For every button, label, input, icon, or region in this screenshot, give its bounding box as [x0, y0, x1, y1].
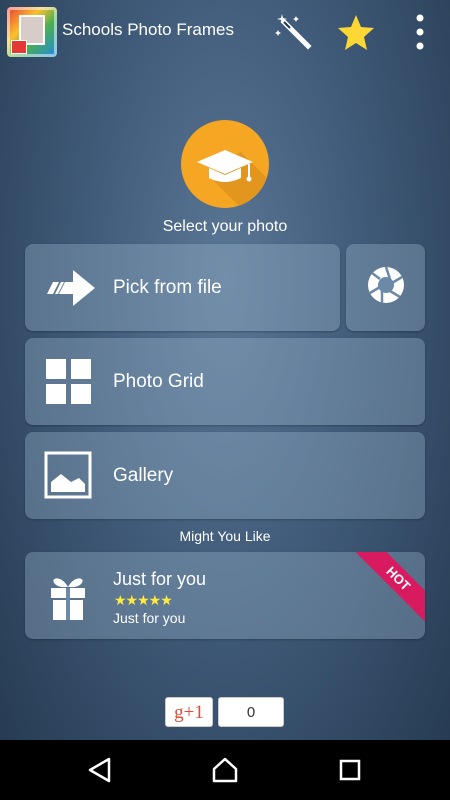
gallery-button[interactable]: Gallery [25, 432, 425, 519]
arrow-right-icon [43, 262, 95, 314]
pick-from-file-button[interactable]: Pick from file [25, 244, 340, 331]
app-bar: Schools Photo Frames [0, 0, 450, 64]
pick-from-file-label: Pick from file [113, 277, 222, 298]
gift-icon [43, 570, 95, 622]
google-plus-one-button[interactable]: g+1 [165, 697, 213, 727]
grid-icon [43, 356, 95, 408]
just-for-you-card[interactable]: Just for you ★★★★★ Just for you HOT [25, 552, 425, 639]
gallery-label: Gallery [113, 465, 174, 486]
home-icon[interactable] [210, 755, 240, 785]
app-title: Schools Photo Frames [62, 20, 234, 39]
promo-subtitle: Just for you [113, 610, 186, 626]
rating-stars: ★★★★★ [114, 592, 173, 608]
photo-grid-button[interactable]: Photo Grid [25, 338, 425, 425]
more-vert-icon[interactable] [400, 12, 440, 52]
graduation-cap-icon [181, 120, 269, 208]
camera-shutter-icon [366, 265, 406, 310]
app-logo-icon [7, 7, 57, 57]
recent-apps-icon[interactable] [335, 755, 365, 785]
navigation-bar [0, 740, 450, 800]
image-icon [43, 450, 95, 502]
hot-badge: HOT [351, 552, 425, 626]
star-icon[interactable] [336, 12, 376, 52]
photo-grid-label: Photo Grid [113, 371, 204, 392]
plus-one-count: 0 [218, 697, 284, 727]
promo-title: Just for you [113, 569, 207, 589]
magic-wand-icon[interactable] [274, 12, 314, 52]
select-photo-label: Select your photo [162, 218, 288, 235]
might-you-like-label: Might You Like [179, 528, 271, 544]
back-icon[interactable] [85, 755, 115, 785]
camera-button[interactable] [346, 244, 425, 331]
